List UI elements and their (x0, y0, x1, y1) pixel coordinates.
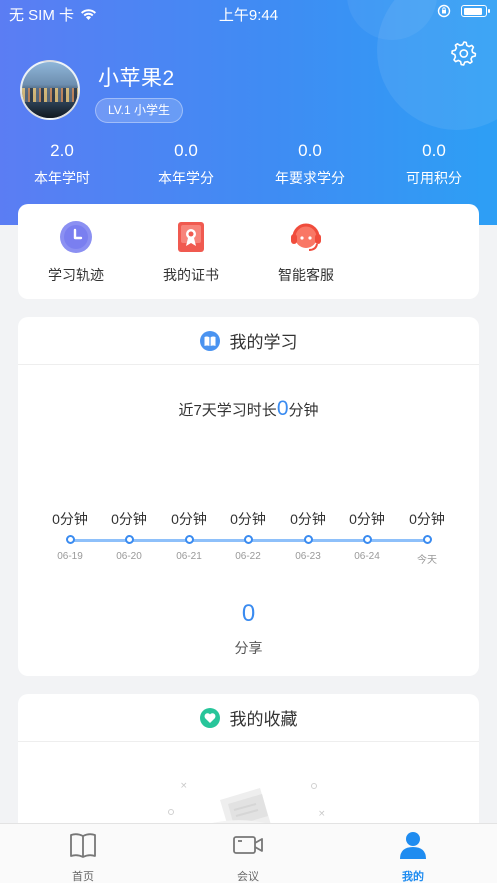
timeline-dot (303, 535, 313, 544)
day-date: 06-19 (57, 551, 83, 562)
day-value: 0分钟 (52, 511, 88, 527)
card-title: 我的学习 (229, 333, 298, 352)
timeline-dot (65, 535, 75, 544)
svg-text:×: × (318, 809, 326, 819)
day-value: 0分钟 (349, 511, 385, 527)
book-icon (70, 833, 96, 858)
profile-header: 无 SIM 卡 上午9:44 小苹果2 LV.1 小学生 2.0 本年学时 0.… (0, 0, 497, 225)
stat-label: 可用积分 (406, 170, 462, 186)
stat-value: 2.0 (50, 141, 74, 160)
avatar[interactable] (20, 60, 80, 120)
recent-study-duration: 近7天学习时长0分钟 (18, 397, 479, 421)
day-value: 0分钟 (230, 511, 266, 527)
quick-action-label: 学习轨迹 (48, 267, 104, 283)
status-bar: 无 SIM 卡 上午9:44 (0, 0, 497, 26)
timeline-dot (362, 535, 372, 544)
day-value: 0分钟 (111, 511, 147, 527)
book-open-icon (199, 330, 220, 351)
quick-action-study-track[interactable]: 学习轨迹 (31, 220, 121, 285)
clock-icon (59, 220, 93, 254)
tab-label: 首页 (72, 871, 94, 883)
orientation-lock-icon (437, 4, 451, 18)
quick-action-support[interactable]: 智能客服 (261, 220, 351, 285)
timeline-dot (124, 535, 134, 544)
day-value: 0分钟 (171, 511, 207, 527)
battery-icon (461, 5, 490, 17)
settings-gear-icon[interactable] (451, 40, 477, 66)
status-time: 上午9:44 (218, 7, 279, 24)
tab-mine[interactable]: 我的 (363, 830, 463, 883)
recent-value: 0 (276, 397, 289, 420)
stat-year-credits[interactable]: 0.0 本年学分 (131, 140, 241, 188)
share-label: 分享 (234, 640, 263, 656)
tab-label: 会议 (237, 871, 259, 883)
stat-value: 0.0 (174, 141, 198, 160)
stat-label: 本年学分 (158, 170, 214, 186)
timeline-dot (243, 535, 253, 544)
card-title: 我的收藏 (229, 710, 298, 729)
tab-meetings[interactable]: 会议 (198, 830, 298, 883)
bottom-tab-bar: 首页 会议 我的 (0, 823, 497, 883)
card-header[interactable]: 我的收藏 (18, 694, 479, 742)
stat-value: 0.0 (422, 141, 446, 160)
certificate-icon (174, 220, 208, 254)
user-name: 小苹果2 (98, 67, 175, 90)
tab-home[interactable]: 首页 (33, 830, 133, 883)
day-date: 06-20 (116, 551, 142, 562)
stat-available-points[interactable]: 0.0 可用积分 (379, 140, 489, 188)
user-icon (400, 832, 426, 859)
video-camera-icon (233, 836, 263, 854)
day-date: 今天 (417, 555, 437, 566)
day-date: 06-24 (354, 551, 380, 562)
timeline-dot (184, 535, 194, 544)
day-date: 06-21 (176, 551, 202, 562)
stat-label: 本年学时 (34, 170, 90, 186)
recent-unit: 分钟 (288, 402, 319, 419)
stats-row: 2.0 本年学时 0.0 本年学分 0.0 年要求学分 0.0 可用积分 (0, 140, 497, 190)
recent-prefix: 近7天学习时长 (178, 402, 277, 419)
quick-action-certificates[interactable]: 我的证书 (146, 220, 236, 285)
stat-required-credits[interactable]: 0.0 年要求学分 (255, 140, 365, 188)
headset-icon (289, 220, 323, 254)
day-date: 06-23 (295, 551, 321, 562)
quick-action-label: 智能客服 (278, 267, 334, 283)
heart-icon (199, 707, 220, 728)
day-value: 0分钟 (409, 511, 445, 527)
daily-values: 0分钟 0分钟 0分钟 0分钟 0分钟 0分钟 0分钟 (18, 509, 479, 529)
svg-text:×: × (180, 781, 188, 791)
stat-year-hours[interactable]: 2.0 本年学时 (7, 140, 117, 188)
day-value: 0分钟 (290, 511, 326, 527)
level-badge: LV.1 小学生 (95, 98, 184, 123)
quick-action-label: 我的证书 (163, 267, 219, 283)
quick-actions-card: 学习轨迹 我的证书 智能客服 (18, 204, 479, 299)
card-header[interactable]: 我的学习 (18, 317, 479, 365)
stat-label: 年要求学分 (275, 170, 345, 186)
my-study-card: 我的学习 近7天学习时长0分钟 0分钟 0分钟 0分钟 0分钟 0分钟 0分钟 … (18, 317, 479, 676)
stat-value: 0.0 (298, 141, 322, 160)
tab-label: 我的 (402, 871, 424, 883)
timeline-dot (422, 535, 432, 544)
day-date: 06-22 (235, 551, 261, 562)
share-count[interactable]: 0 (18, 600, 479, 628)
